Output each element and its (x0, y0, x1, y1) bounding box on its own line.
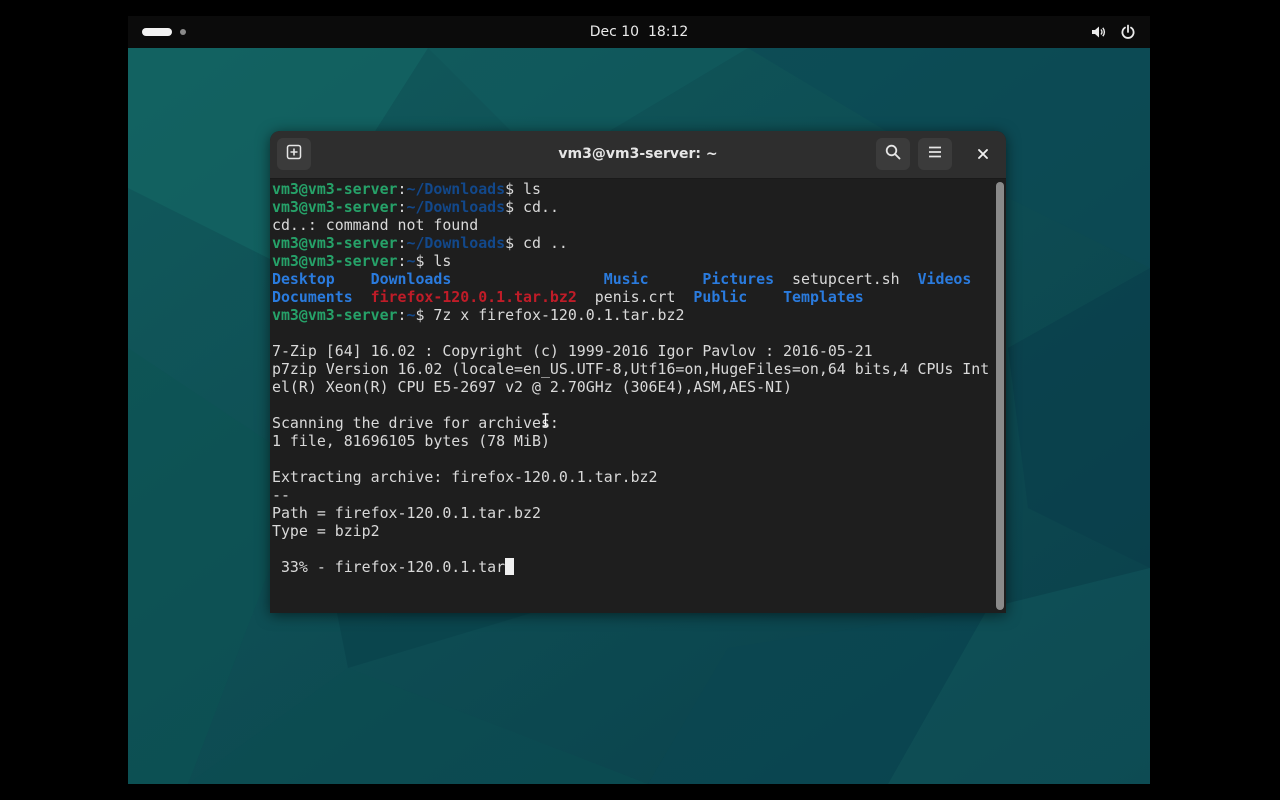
ls-gap (774, 270, 792, 288)
ls-gap (747, 288, 783, 306)
ls-output-row: Desktop Downloads Music Pictures setupce… (272, 270, 990, 288)
ls-gap (353, 288, 371, 306)
prompt-path: ~/Downloads (406, 234, 506, 252)
output-line: el(R) Xeon(R) CPU E5-2697 v2 @ 2.70GHz (… (272, 378, 792, 396)
output-line: -- (272, 486, 290, 504)
clock-time: 18:12 (647, 24, 689, 40)
search-icon (885, 144, 901, 164)
prompt-path: ~/Downloads (406, 180, 506, 198)
command-text: cd .. (523, 234, 568, 252)
dir-entry-public: Public (693, 288, 748, 306)
dir-entry-music: Music (603, 270, 649, 288)
prompt-dollar: $ (415, 252, 434, 270)
prompt-user: vm3@vm3-server (272, 180, 398, 198)
prompt-user: vm3@vm3-server (272, 198, 398, 216)
desktop-screen: Dec 10 18:12 vm3@vm3-server: ~ vm3@vm3-s… (128, 16, 1150, 784)
prompt-dollar: $ (505, 198, 524, 216)
ls-gap (675, 288, 693, 306)
terminal-line: vm3@vm3-server:~$ ls (272, 252, 990, 270)
terminal-header-bar[interactable]: vm3@vm3-server: ~ (270, 131, 1006, 179)
output-line: Scanning the drive for archives: (272, 414, 559, 432)
prompt-user: vm3@vm3-server (272, 306, 398, 324)
mouse-ibeam-cursor-icon (542, 412, 549, 431)
top-bar: Dec 10 18:12 (128, 16, 1150, 48)
terminal-scrollbar[interactable] (996, 182, 1004, 610)
search-button[interactable] (876, 138, 910, 170)
dir-entry-videos: Videos (917, 270, 972, 288)
command-text: cd.. (523, 198, 559, 216)
terminal-cursor (505, 558, 515, 575)
terminal-line: vm3@vm3-server:~/Downloads$ cd .. (272, 234, 990, 252)
output-line: p7zip Version 16.02 (locale=en_US.UTF-8,… (272, 360, 990, 378)
dir-entry-desktop: Desktop (272, 270, 335, 288)
power-icon (1120, 24, 1136, 40)
terminal-line: vm3@vm3-server:~$ 7z x firefox-120.0.1.t… (272, 306, 990, 324)
archive-entry-firefox: firefox-120.0.1.tar.bz2 (370, 288, 577, 306)
prompt-dollar: $ (505, 180, 524, 198)
output-line: 7-Zip [64] 16.02 : Copyright (c) 1999-20… (272, 342, 873, 360)
terminal-output[interactable]: vm3@vm3-server:~/Downloads$ ls vm3@vm3-se… (272, 179, 990, 613)
terminal-line: cd..: command not found (272, 216, 990, 234)
output-line: Path = firefox-120.0.1.tar.bz2 (272, 504, 541, 522)
close-icon (977, 145, 989, 164)
prompt-user: vm3@vm3-server (272, 252, 398, 270)
command-text: ls (433, 252, 452, 270)
ls-gap (649, 270, 703, 288)
ls-output-row: Documents firefox-120.0.1.tar.bz2 penis.… (272, 288, 990, 306)
command-text: 7z x firefox-120.0.1.tar.bz2 (433, 306, 685, 324)
system-tray[interactable] (1090, 16, 1136, 48)
ls-gap (451, 270, 603, 288)
dir-entry-pictures: Pictures (702, 270, 775, 288)
ls-gap (900, 270, 918, 288)
file-entry-crt: penis.crt (594, 288, 676, 306)
prompt-dollar: $ (505, 234, 524, 252)
progress-text: 33% - firefox-120.0.1.tar (272, 558, 506, 576)
dir-entry-downloads: Downloads (370, 270, 452, 288)
prompt-path: ~/Downloads (406, 198, 506, 216)
ls-gap (577, 288, 595, 306)
progress-line: 33% - firefox-120.0.1.tar (272, 558, 990, 576)
clock[interactable]: Dec 10 18:12 (128, 16, 1150, 48)
menu-button[interactable] (918, 138, 952, 170)
terminal-window[interactable]: vm3@vm3-server: ~ vm3@vm3-server:~/Downl… (270, 131, 1006, 613)
output-line: 1 file, 81696105 bytes (78 MiB) (272, 432, 550, 450)
dir-entry-templates: Templates (783, 288, 864, 306)
clock-date: Dec 10 (589, 24, 640, 40)
dir-entry-documents: Documents (272, 288, 353, 306)
close-button[interactable] (966, 138, 1000, 170)
terminal-line: vm3@vm3-server:~/Downloads$ ls (272, 180, 990, 198)
prompt-dollar: $ (415, 306, 434, 324)
output-line: Type = bzip2 (272, 522, 380, 540)
volume-icon (1090, 24, 1106, 40)
ls-gap (335, 270, 371, 288)
error-text: cd..: command not found (272, 216, 479, 234)
file-entry-setupcert: setupcert.sh (792, 270, 900, 288)
output-line: Extracting archive: firefox-120.0.1.tar.… (272, 468, 658, 486)
terminal-line: vm3@vm3-server:~/Downloads$ cd.. (272, 198, 990, 216)
hamburger-menu-icon (927, 144, 943, 164)
command-text: ls (523, 180, 541, 198)
prompt-user: vm3@vm3-server (272, 234, 398, 252)
